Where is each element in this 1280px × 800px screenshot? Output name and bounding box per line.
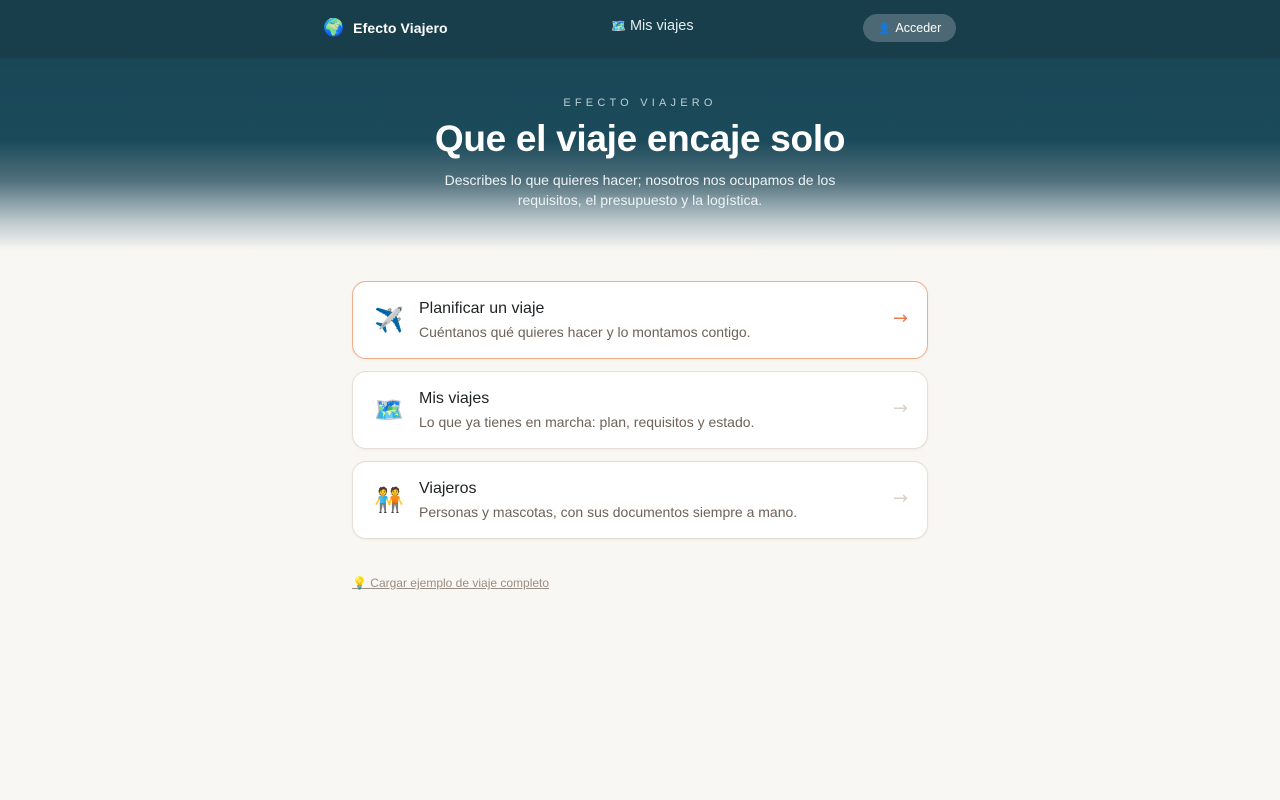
plan-trip-card[interactable]: ✈️ Planificar un viaje Cuéntanos qué qui… bbox=[352, 281, 928, 359]
people-icon: 🧑‍🤝‍🧑 bbox=[374, 486, 404, 514]
card-description: Lo que ya tienes en marcha: plan, requis… bbox=[419, 414, 755, 430]
arrow-right-icon: → bbox=[892, 308, 908, 329]
arrow-right-icon: → bbox=[892, 488, 908, 509]
top-navigation-bar: 🌍 Efecto Viajero 🗺️ Mis viajes 👤 Acceder bbox=[0, 0, 1280, 56]
card-description: Cuéntanos qué quieres hacer y lo montamo… bbox=[419, 324, 751, 340]
hero-subtitle: Describes lo que quieres hacer; nosotros… bbox=[444, 172, 836, 208]
lightbulb-icon: 💡 bbox=[352, 576, 367, 590]
hero-eyebrow: EFECTO VIAJERO bbox=[563, 97, 717, 109]
card-title: Planificar un viaje bbox=[419, 300, 545, 317]
page-title: Que el viaje encaje solo bbox=[434, 118, 846, 159]
card-title: Mis viajes bbox=[419, 390, 490, 407]
map-icon: 🗺️ bbox=[611, 19, 626, 33]
arrow-right-icon: → bbox=[892, 398, 908, 419]
login-button[interactable]: 👤 Acceder bbox=[863, 14, 956, 42]
card-description: Personas y mascotas, con sus documentos … bbox=[419, 504, 798, 520]
login-button-label: Acceder bbox=[895, 21, 942, 35]
brand-name: Efecto Viajero bbox=[353, 20, 448, 36]
load-sample-trip-link[interactable]: 💡 Cargar ejemplo de viaje completo bbox=[352, 576, 549, 590]
user-icon: 👤 bbox=[877, 21, 892, 35]
airplane-icon: ✈️ bbox=[374, 306, 404, 334]
globe-icon: 🌍 bbox=[323, 17, 345, 38]
card-title: Viajeros bbox=[419, 480, 477, 497]
map-icon: 🗺️ bbox=[374, 396, 404, 424]
load-sample-trip-label: Cargar ejemplo de viaje completo bbox=[370, 576, 550, 590]
brand-home-link[interactable]: 🌍 Efecto Viajero bbox=[323, 17, 448, 39]
action-cards: ✈️ Planificar un viaje Cuéntanos qué qui… bbox=[352, 281, 928, 551]
nav-my-trips-link[interactable]: 🗺️ Mis viajes bbox=[611, 18, 694, 34]
my-trips-card[interactable]: 🗺️ Mis viajes Lo que ya tienes en marcha… bbox=[352, 371, 928, 449]
nav-my-trips-label: Mis viajes bbox=[629, 18, 694, 34]
travelers-card[interactable]: 🧑‍🤝‍🧑 Viajeros Personas y mascotas, con … bbox=[352, 461, 928, 539]
